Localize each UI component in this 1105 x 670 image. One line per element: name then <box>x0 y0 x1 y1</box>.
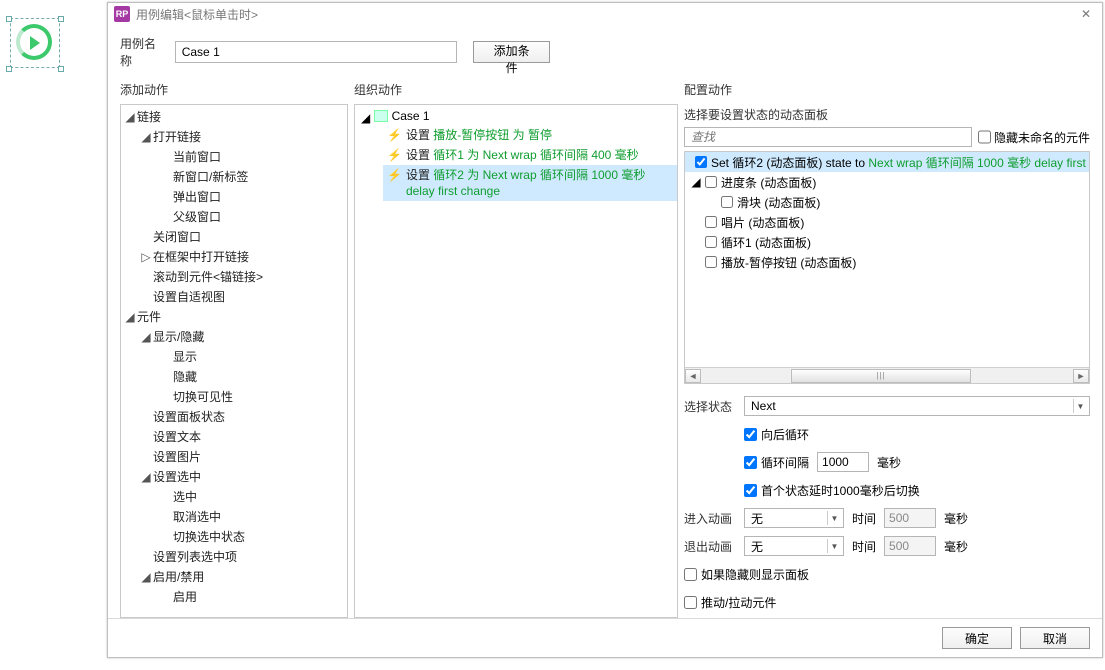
tree-set-text[interactable]: 设置文本 <box>153 430 201 444</box>
horizontal-scrollbar[interactable]: ◄ ||| ► <box>685 367 1089 383</box>
design-canvas-widget <box>4 14 60 70</box>
tree-enable[interactable]: 启用 <box>173 590 197 604</box>
organize-panel: ◢ Case 1 ⚡ 设置 播放-暂停按钮 为 暂停 ⚡ 设置 循环1 为 Ne… <box>354 104 678 618</box>
scroll-right-icon[interactable]: ► <box>1073 369 1089 383</box>
bolt-icon: ⚡ <box>387 127 402 143</box>
tree-open-link[interactable]: 打开链接 <box>153 130 201 144</box>
configure-header: 配置动作 <box>684 81 1090 98</box>
ms-label-1: 毫秒 <box>877 454 901 471</box>
add-condition-button[interactable]: 添加条件 <box>473 41 550 63</box>
time-label-in: 时间 <box>852 510 876 527</box>
case-editor-dialog: RP 用例编辑<鼠标单击时> ✕ 用例名称 添加条件 添加动作 ◢链接 ◢打开链… <box>107 2 1103 658</box>
cancel-button[interactable]: 取消 <box>1020 627 1090 649</box>
tree-parent[interactable]: 父级窗口 <box>173 210 221 224</box>
anim-in-label: 进入动画 <box>684 510 736 527</box>
state-select[interactable]: Next▼ <box>744 396 1090 416</box>
add-action-header: 添加动作 <box>120 81 348 98</box>
ok-button[interactable]: 确定 <box>942 627 1012 649</box>
tree-open-in-frame[interactable]: 在框架中打开链接 <box>153 250 249 264</box>
anim-out-time <box>884 536 936 556</box>
anim-in-select[interactable]: 无▼ <box>744 508 844 528</box>
organize-header: 组织动作 <box>354 81 678 98</box>
case-name-label: 用例名称 <box>120 35 167 69</box>
tree-set-image[interactable]: 设置图片 <box>153 450 201 464</box>
bolt-icon: ⚡ <box>387 167 402 183</box>
panel-row-loop1[interactable]: 循环1 (动态面板) <box>685 232 1089 252</box>
tree-show[interactable]: 显示 <box>173 350 197 364</box>
tree-widgets[interactable]: 元件 <box>137 310 161 324</box>
select-panel-title: 选择要设置状态的动态面板 <box>684 106 1090 123</box>
scroll-left-icon[interactable]: ◄ <box>685 369 701 383</box>
tree-tog-sel[interactable]: 切换选中状态 <box>173 530 245 544</box>
search-input[interactable] <box>684 127 972 147</box>
action-tree-panel[interactable]: ◢链接 ◢打开链接 当前窗口 新窗口/新标签 弹出窗口 父级窗口 <box>120 104 348 618</box>
tree-new-window[interactable]: 新窗口/新标签 <box>173 170 248 184</box>
organize-action-3[interactable]: ⚡ 设置 循环2 为 Next wrap 循环间隔 1000 毫秒 delay … <box>383 165 677 201</box>
panel-row-play-pause[interactable]: 播放-暂停按钮 (动态面板) <box>685 252 1089 272</box>
panel-row-progress[interactable]: ◢进度条 (动态面板) <box>685 172 1089 192</box>
chevron-down-icon: ▼ <box>827 539 841 553</box>
panel-row-loop2[interactable]: Set 循环2 (动态面板) state to Next wrap 循环间隔 1… <box>685 152 1089 172</box>
tree-enable-disable[interactable]: 启用/禁用 <box>153 570 204 584</box>
tree-panel-state[interactable]: 设置面板状态 <box>153 410 225 424</box>
ms-label-2: 毫秒 <box>944 510 968 527</box>
push-pull-checkbox[interactable]: 推动/拉动元件 <box>684 594 776 611</box>
ms-label-3: 毫秒 <box>944 538 968 555</box>
show-if-hidden-checkbox[interactable]: 如果隐藏则显示面板 <box>684 566 809 583</box>
tree-hide[interactable]: 隐藏 <box>173 370 197 384</box>
tree-toggle-vis[interactable]: 切换可见性 <box>173 390 233 404</box>
wrap-checkbox[interactable]: 向后循环 <box>744 426 809 443</box>
tree-sel[interactable]: 选中 <box>173 490 197 504</box>
tree-close-window[interactable]: 关闭窗口 <box>153 230 201 244</box>
anim-in-time <box>884 508 936 528</box>
panel-row-slider[interactable]: 滑块 (动态面板) <box>685 192 1089 212</box>
tree-unsel[interactable]: 取消选中 <box>173 510 221 524</box>
titlebar: RP 用例编辑<鼠标单击时> ✕ <box>108 3 1102 25</box>
close-icon[interactable]: ✕ <box>1076 7 1096 21</box>
anim-out-label: 退出动画 <box>684 538 736 555</box>
case-icon <box>374 110 388 122</box>
dialog-title: 用例编辑<鼠标单击时> <box>136 6 1076 23</box>
dynamic-panel-list[interactable]: Set 循环2 (动态面板) state to Next wrap 循环间隔 1… <box>684 151 1090 384</box>
tree-scroll-to[interactable]: 滚动到元件<锚链接> <box>153 270 263 284</box>
hide-unnamed-check[interactable]: 隐藏未命名的元件 <box>978 127 1090 147</box>
bolt-icon: ⚡ <box>387 147 402 163</box>
time-label-out: 时间 <box>852 538 876 555</box>
organize-action-2[interactable]: ⚡ 设置 循环1 为 Next wrap 循环间隔 400 毫秒 <box>383 145 677 165</box>
interval-input[interactable] <box>817 452 869 472</box>
tree-adaptive-view[interactable]: 设置自适视图 <box>153 290 225 304</box>
organize-action-1[interactable]: ⚡ 设置 播放-暂停按钮 为 暂停 <box>383 125 677 145</box>
tree-set-selected[interactable]: 设置选中 <box>153 470 201 484</box>
app-icon: RP <box>114 6 130 22</box>
chevron-down-icon: ▼ <box>827 511 841 525</box>
case-name-input[interactable] <box>175 41 458 63</box>
chevron-down-icon: ▼ <box>1073 399 1087 413</box>
anim-out-select[interactable]: 无▼ <box>744 536 844 556</box>
tree-list-selection[interactable]: 设置列表选中项 <box>153 550 237 564</box>
state-label: 选择状态 <box>684 398 736 415</box>
panel-row-disc[interactable]: 唱片 (动态面板) <box>685 212 1089 232</box>
delay-first-checkbox[interactable]: 首个状态延时1000毫秒后切换 <box>744 482 920 499</box>
tree-current-window[interactable]: 当前窗口 <box>173 150 221 164</box>
tree-links[interactable]: 链接 <box>137 110 161 124</box>
interval-checkbox[interactable]: 循环间隔 <box>744 454 809 471</box>
tree-popup[interactable]: 弹出窗口 <box>173 190 221 204</box>
tree-show-hide[interactable]: 显示/隐藏 <box>153 330 204 344</box>
case-node[interactable]: Case 1 <box>374 109 430 123</box>
scroll-thumb[interactable]: ||| <box>791 369 971 383</box>
